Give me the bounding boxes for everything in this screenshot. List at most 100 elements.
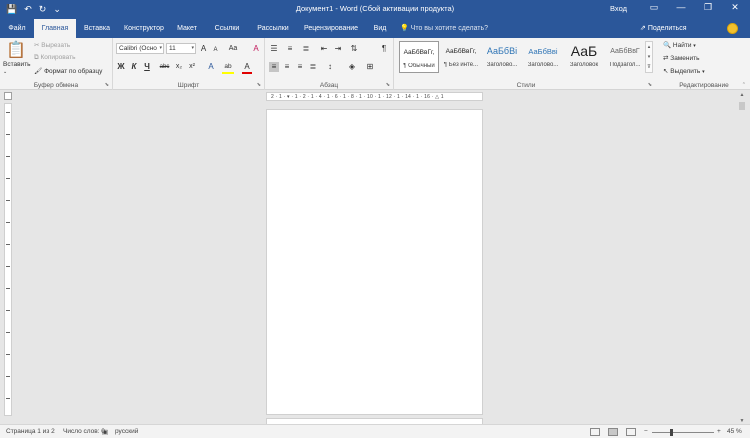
text-effects-icon[interactable]: A [206,62,216,72]
font-launcher-icon[interactable]: ⬊ [257,82,261,88]
ruler-tick [6,332,10,333]
vertical-scrollbar[interactable]: ▲ ▼ [737,92,747,424]
bold-icon[interactable]: Ж [117,62,125,72]
feedback-smiley-icon[interactable] [727,23,738,34]
line-spacing-icon[interactable]: ↕ [325,62,335,72]
style-heading-1[interactable]: АаБбВі Заголово... [482,41,522,73]
bullets-icon[interactable]: ☰ [269,44,279,54]
replace-icon: ⇄ [663,55,669,62]
format-painter-button[interactable]: 🖌 Формат по образцу [34,67,102,75]
document-page[interactable] [266,109,483,415]
tab-layout[interactable]: Макет [172,19,202,38]
tab-file[interactable]: Файл [4,19,30,38]
numbering-icon[interactable]: ≡ [285,44,295,54]
login-link[interactable]: Вход [610,4,627,13]
ribbon-options-icon[interactable]: ▭ [647,2,661,13]
zoom-slider-thumb[interactable] [670,429,673,436]
zoom-slider-track[interactable] [652,432,714,433]
tab-view[interactable]: Вид [370,19,390,38]
increase-indent-icon[interactable]: ⇥ [333,44,343,54]
subscript-icon[interactable]: x₂ [174,62,184,72]
sort-icon[interactable]: ⇅ [349,44,359,54]
web-layout-icon[interactable] [626,428,636,436]
restore-icon[interactable]: ❐ [701,2,715,13]
minimize-icon[interactable]: — [674,2,688,13]
paste-icon[interactable]: 📋 [6,42,26,60]
search-icon: 🔍 [663,42,672,49]
ruler-tick [6,266,10,267]
paste-dropdown-icon[interactable]: ⌄ [3,69,7,75]
print-layout-icon[interactable] [608,428,618,436]
grow-font-icon[interactable]: A [199,44,208,54]
tab-insert[interactable]: Вставка [80,19,114,38]
vertical-ruler[interactable] [4,103,12,416]
align-center-icon[interactable]: ≡ [282,62,292,72]
style-heading-2[interactable]: АаБбВві Заголово... [523,41,563,73]
underline-icon[interactable]: Ч [143,62,151,72]
style-no-spacing[interactable]: АаБбВвГг, ¶ Без инте... [441,41,481,73]
scroll-thumb[interactable] [739,102,745,110]
font-name-select[interactable]: Calibri (Осно ▾ [116,43,164,54]
page-count[interactable]: Страница 1 из 2 [6,428,55,435]
change-case-icon[interactable]: Aa [226,44,240,54]
paragraph-launcher-icon[interactable]: ⬊ [386,82,390,88]
style-subtitle[interactable]: АаБбВвГ Подзагол... [605,41,645,73]
cut-button[interactable]: ✂ Вырезать [34,41,70,49]
highlight-icon[interactable]: ab [222,62,234,74]
word-count[interactable]: Число слов: 0 [63,428,105,435]
cut-label: Вырезать [41,42,71,49]
collapse-ribbon-icon[interactable]: ⌃ [742,82,746,88]
replace-label: Заменить [670,55,700,62]
paste-button[interactable]: Вставить [3,61,31,68]
language-indicator[interactable]: русский [115,428,138,435]
copy-button[interactable]: ⧉ Копировать [34,54,75,62]
font-color-icon[interactable]: A [242,62,252,74]
tab-references[interactable]: Ссылки [212,19,242,38]
shading-icon[interactable]: ◈ [347,62,357,72]
select-button[interactable]: ↖ Выделить ▾ [663,67,705,75]
multilevel-list-icon[interactable]: ≣ [301,44,311,54]
font-size-select[interactable]: 11 ▾ [166,43,196,54]
zoom-out-button[interactable]: − [644,428,648,435]
tell-me-search[interactable]: 💡 Что вы хотите сделать? [400,19,488,38]
borders-icon[interactable]: ⊞ [365,62,375,72]
zoom-level[interactable]: 45 % [727,428,742,435]
styles-scroll[interactable]: ▴ ▾ ⊽ [645,41,653,73]
replace-button[interactable]: ⇄ Заменить [663,54,699,62]
tab-mailings[interactable]: Рассылки [252,19,294,38]
style-title[interactable]: АаБ Заголовок [564,41,604,73]
align-right-icon[interactable]: ≡ [295,62,305,72]
proofing-icon[interactable]: ▣ [102,428,108,436]
style-normal[interactable]: АаБбВвГг, ¶ Обычный [399,41,439,73]
font-name-value: Calibri (Осно [119,45,157,52]
format-painter-label: Формат по образцу [44,68,103,75]
italic-icon[interactable]: К [130,62,138,72]
tab-home[interactable]: Главная [34,19,76,38]
superscript-icon[interactable]: x² [187,62,197,72]
zoom-in-button[interactable]: + [717,428,721,435]
share-button[interactable]: ⇗ Поделиться [640,19,686,38]
horizontal-ruler[interactable]: 2 · 1 · ▾ · 1 · 2 · 1 · 4 · 1 · 6 · 1 · … [266,92,483,101]
tab-review[interactable]: Рецензирование [302,19,360,38]
close-icon[interactable]: ✕ [728,2,742,13]
strikethrough-icon[interactable]: abc [158,62,171,72]
group-font: Calibri (Осно ▾ 11 ▾ A A Aa A Ж К Ч abc x₂… [113,38,265,90]
decrease-indent-icon[interactable]: ⇤ [319,44,329,54]
style-name: Заголово... [527,62,559,68]
tab-selector[interactable] [4,92,12,100]
clear-formatting-icon[interactable]: A [251,44,261,54]
shrink-font-icon[interactable]: A [211,45,220,55]
tab-design[interactable]: Конструктор [120,19,168,38]
scroll-up-icon[interactable]: ▲ [737,92,747,98]
justify-icon[interactable]: ≣ [308,62,318,72]
styles-launcher-icon[interactable]: ⬊ [648,82,652,88]
show-marks-icon[interactable]: ¶ [379,44,389,54]
group-clipboard: 📋 Вставить ⌄ ✂ Вырезать ⧉ Копировать 🖌 Ф… [0,38,113,90]
style-sample: АаБбВі [486,46,518,56]
clipboard-launcher-icon[interactable]: ⬊ [105,82,109,88]
read-mode-icon[interactable] [590,428,600,436]
find-button[interactable]: 🔍 Найти ▾ [663,41,696,49]
brush-icon: 🖌 [34,68,43,75]
align-left-icon[interactable]: ≡ [269,62,279,72]
style-sample: АаБбВві [528,47,558,56]
